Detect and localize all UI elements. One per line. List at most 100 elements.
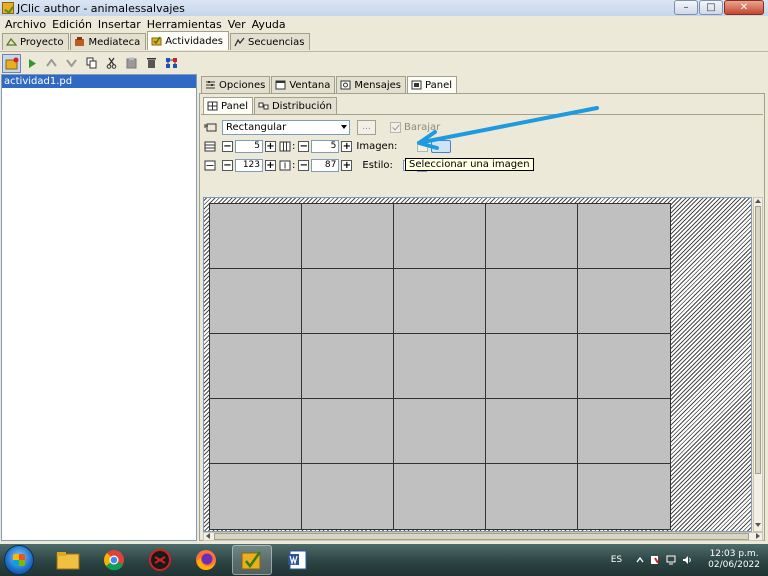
grid-cell[interactable] <box>302 464 394 529</box>
scroll-right-icon[interactable] <box>756 533 760 539</box>
shuffle-checkbox[interactable] <box>390 121 401 133</box>
menu-archivo[interactable]: Archivo <box>2 18 49 31</box>
tab-mediateca[interactable]: Mediateca <box>70 33 147 50</box>
play-button[interactable] <box>22 54 41 73</box>
media-library-icon <box>75 37 85 46</box>
grid-cell[interactable] <box>210 204 302 269</box>
grid-cell[interactable] <box>578 204 670 269</box>
grid-cell[interactable] <box>486 334 578 399</box>
grid-cell[interactable] <box>210 269 302 334</box>
scrollbar-thumb[interactable] <box>755 206 761 474</box>
taskbar-word[interactable] <box>278 545 318 575</box>
move-up-button[interactable] <box>42 54 61 73</box>
maximize-button[interactable]: □ <box>699 0 723 15</box>
action-center-icon[interactable] <box>650 555 660 565</box>
tab-opciones[interactable]: Opciones <box>201 76 271 93</box>
tab-label: Proyecto <box>20 36 64 48</box>
grid-cell[interactable] <box>578 399 670 464</box>
scroll-up-icon[interactable] <box>755 199 761 203</box>
tab-panel[interactable]: Panel <box>407 76 457 93</box>
image-checkbox[interactable] <box>417 140 429 152</box>
tab-proyecto[interactable]: Proyecto <box>2 33 70 50</box>
volume-icon[interactable] <box>682 555 692 565</box>
taskbar-file-explorer[interactable] <box>48 545 88 575</box>
project-icon <box>6 37 17 46</box>
tray-arrow-icon[interactable] <box>636 555 644 565</box>
menu-edicion[interactable]: Edición <box>49 18 95 31</box>
network-icon[interactable] <box>666 555 676 565</box>
tab-secuencias[interactable]: Secuencias <box>229 33 311 50</box>
move-down-button[interactable] <box>62 54 81 73</box>
grid-cell[interactable] <box>302 399 394 464</box>
rows-increment-button[interactable]: + <box>265 140 276 152</box>
cols-decrement-button[interactable]: − <box>298 140 310 152</box>
menu-ayuda[interactable]: Ayuda <box>249 18 289 31</box>
grid-cell[interactable] <box>210 464 302 529</box>
copy-button[interactable] <box>82 54 101 73</box>
grid-cell[interactable] <box>578 334 670 399</box>
menu-insertar[interactable]: Insertar <box>95 18 144 31</box>
menu-herramientas[interactable]: Herramientas <box>144 18 225 31</box>
cols-field[interactable]: 5 <box>311 139 340 153</box>
taskbar-firefox[interactable] <box>186 545 226 575</box>
grid-cell[interactable] <box>394 399 486 464</box>
grid-cell[interactable] <box>394 334 486 399</box>
menu-ver[interactable]: Ver <box>225 18 249 31</box>
taskbar-jclic[interactable] <box>232 545 272 575</box>
puzzle-grid[interactable] <box>209 203 671 530</box>
tab-panel-settings[interactable]: Panel <box>203 97 253 114</box>
jclic-app-icon <box>2 2 14 14</box>
grid-cell[interactable] <box>486 269 578 334</box>
scroll-down-icon[interactable] <box>755 523 761 527</box>
width-decrement-button[interactable]: − <box>222 159 233 171</box>
grid-button[interactable] <box>162 54 181 73</box>
tab-mensajes[interactable]: Mensajes <box>336 76 407 93</box>
select-image-button[interactable] <box>431 139 452 153</box>
title-bar: JClic author - animalessalvajes – □ ✕ <box>0 0 768 16</box>
rows-field[interactable]: 5 <box>235 139 263 153</box>
paste-button[interactable] <box>122 54 141 73</box>
horizontal-scrollbar[interactable] <box>203 532 763 541</box>
delete-button[interactable] <box>142 54 161 73</box>
scroll-left-icon[interactable] <box>206 533 210 539</box>
shape-options-button[interactable]: ... <box>357 119 376 135</box>
taskbar-game[interactable] <box>140 545 180 575</box>
chrome-icon <box>104 550 124 571</box>
grid-cell[interactable] <box>394 204 486 269</box>
new-activity-button[interactable] <box>2 53 21 73</box>
tab-distribucion[interactable]: Distribución <box>253 97 337 114</box>
close-button[interactable]: ✕ <box>724 0 764 15</box>
start-button[interactable] <box>4 545 34 575</box>
grid-cell[interactable] <box>302 334 394 399</box>
grid-cell[interactable] <box>486 464 578 529</box>
grid-cell[interactable] <box>210 334 302 399</box>
grid-cell[interactable] <box>302 269 394 334</box>
vertical-scrollbar[interactable] <box>753 197 763 532</box>
grid-cell[interactable] <box>394 269 486 334</box>
grid-cell[interactable] <box>486 204 578 269</box>
clock[interactable]: 12:03 p.m. 02/06/2022 <box>708 549 760 571</box>
list-item[interactable]: actividad1.pd <box>2 75 196 88</box>
height-decrement-button[interactable]: − <box>298 159 310 171</box>
cut-button[interactable] <box>102 54 121 73</box>
grid-cell[interactable] <box>394 464 486 529</box>
grid-cell[interactable] <box>486 399 578 464</box>
cell-width-field[interactable]: 123 <box>235 158 263 172</box>
grid-cell[interactable] <box>302 204 394 269</box>
rows-decrement-button[interactable]: − <box>222 140 233 152</box>
cols-increment-button[interactable]: + <box>341 140 353 152</box>
grid-cell[interactable] <box>578 464 670 529</box>
tab-ventana[interactable]: Ventana <box>271 76 336 93</box>
scrollbar-thumb[interactable] <box>214 533 749 540</box>
tab-actividades[interactable]: Actividades <box>147 31 229 50</box>
shape-select[interactable]: Rectangular <box>222 119 350 135</box>
width-increment-button[interactable]: + <box>265 159 276 171</box>
taskbar-chrome[interactable] <box>94 545 134 575</box>
grid-cell[interactable] <box>210 399 302 464</box>
grid-cell[interactable] <box>578 269 670 334</box>
language-indicator[interactable]: ES <box>611 555 622 565</box>
height-increment-button[interactable]: + <box>341 159 353 171</box>
minimize-button[interactable]: – <box>674 0 698 15</box>
activity-list[interactable]: actividad1.pd <box>1 74 197 541</box>
cell-height-field[interactable]: 87 <box>311 158 340 172</box>
